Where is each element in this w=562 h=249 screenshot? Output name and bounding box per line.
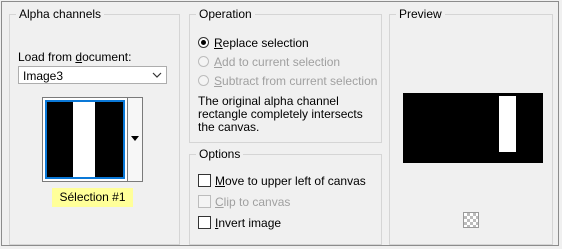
operation-title: Operation (196, 7, 255, 21)
chevron-down-icon (152, 67, 162, 86)
preview-title: Preview (396, 7, 445, 21)
radio-subtract-label: Subtract from current selection (214, 74, 378, 88)
thumbnail-dropdown-button[interactable] (128, 97, 143, 182)
document-select[interactable]: Image3 (18, 66, 167, 84)
checkbox-invert-label: Invert image (215, 216, 282, 230)
radio-add-label: Add to current selection (214, 55, 341, 69)
radio-dot (201, 40, 206, 45)
radio-button[interactable] (198, 75, 209, 86)
document-select-value: Image3 (23, 69, 64, 83)
checkerboard-icon[interactable] (463, 212, 479, 228)
operation-description: The original alpha channel rectangle com… (198, 94, 363, 134)
load-from-document-label: Load from document: (18, 50, 132, 64)
selected-channel-thumbnail (45, 100, 125, 179)
alpha-channel-thumbnail[interactable] (42, 97, 128, 182)
radio-replace-label: Replace selection (214, 36, 309, 50)
alpha-channels-title: Alpha channels (16, 7, 105, 21)
checkbox-move-label: Move to upper left of canvas (215, 174, 366, 188)
selection-name-label: Sélection #1 (52, 188, 133, 207)
checkbox[interactable] (198, 195, 211, 208)
checkbox[interactable] (198, 216, 211, 229)
preview-white-bar (499, 96, 516, 152)
radio-button[interactable] (198, 56, 209, 67)
checkbox-clip-label: Clip to canvas (215, 195, 291, 209)
checkbox[interactable] (198, 174, 211, 187)
thumbnail-white-bar (73, 102, 95, 177)
options-title: Options (196, 147, 244, 161)
dropdown-triangle-icon (131, 134, 139, 144)
radio-button[interactable] (198, 37, 209, 48)
preview-image (403, 93, 543, 163)
